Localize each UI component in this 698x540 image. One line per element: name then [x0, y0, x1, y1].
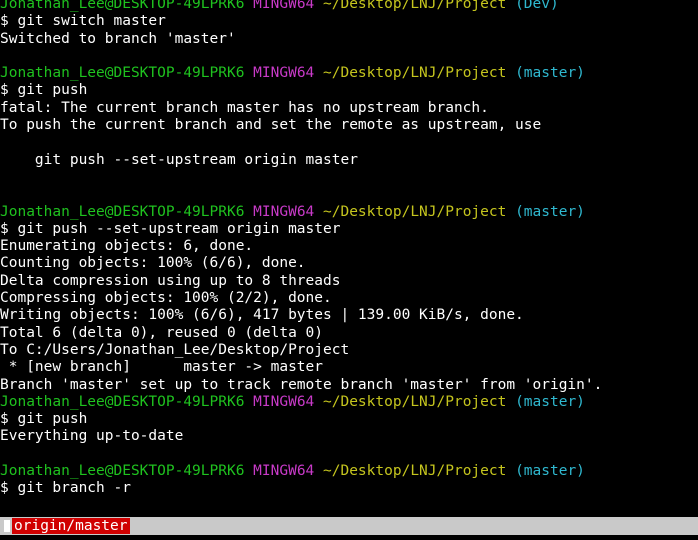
command-line: $ git push --set-upstream origin master [0, 220, 341, 237]
output-line: * [new branch] master -> master [0, 359, 324, 376]
prompt-env: MINGW64 [253, 393, 315, 410]
output-line: To C:/Users/Jonathan_Lee/Desktop/Project [0, 341, 350, 358]
pager-status-bar: origin/master [0, 517, 698, 535]
prompt-user-host: Jonathan_Lee@DESKTOP-49LPRK6 [0, 65, 245, 82]
prompt-line: Jonathan_Lee@DESKTOP-49LPRK6 MINGW64 ~/D… [0, 463, 698, 480]
command-line: $ git switch master [0, 13, 166, 30]
output-line: Everything up-to-date [0, 428, 184, 445]
output-line: Compressing objects: 100% (2/2), done. [0, 290, 332, 307]
prompt-path: ~/Desktop/LNJ/Project [323, 0, 507, 12]
prompt-env: MINGW64 [253, 0, 315, 12]
prompt-path: ~/Desktop/LNJ/Project [323, 203, 507, 220]
output-line: Total 6 (delta 0), reused 0 (delta 0) [0, 324, 324, 341]
prompt-env: MINGW64 [253, 65, 315, 82]
prompt-branch: (master) [515, 393, 585, 410]
prompt-user-host: Jonathan_Lee@DESKTOP-49LPRK6 [0, 393, 245, 410]
prompt-user-host: Jonathan_Lee@DESKTOP-49LPRK6 [0, 0, 245, 12]
prompt-env: MINGW64 [253, 203, 315, 220]
highlighted-remote-branch: origin/master [12, 518, 130, 534]
prompt-branch: (master) [515, 463, 585, 480]
prompt-branch: (master) [515, 65, 585, 82]
output-line: Counting objects: 100% (6/6), done. [0, 255, 306, 272]
prompt-env: MINGW64 [253, 463, 315, 480]
prompt-branch: (master) [515, 203, 585, 220]
prompt-user-host: Jonathan_Lee@DESKTOP-49LPRK6 [0, 203, 245, 220]
output-line: Switched to branch 'master' [0, 30, 236, 47]
output-line: To push the current branch and set the r… [0, 117, 542, 134]
prompt-path: ~/Desktop/LNJ/Project [323, 65, 507, 82]
prompt-line: Jonathan_Lee@DESKTOP-49LPRK6 MINGW64 ~/D… [0, 394, 698, 411]
command-line: $ git push [0, 411, 88, 428]
prompt-line: Jonathan_Lee@DESKTOP-49LPRK6 MINGW64 ~/D… [0, 0, 698, 13]
output-line: Enumerating objects: 6, done. [0, 238, 254, 255]
prompt-line: Jonathan_Lee@DESKTOP-49LPRK6 MINGW64 ~/D… [0, 65, 698, 82]
prompt-branch: (Dev) [515, 0, 559, 12]
output-line: fatal: The current branch master has no … [0, 99, 489, 116]
output-line: Delta compression using up to 8 threads [0, 272, 341, 289]
prompt-path: ~/Desktop/LNJ/Project [323, 463, 507, 480]
cursor-block [4, 520, 10, 532]
prompt-path: ~/Desktop/LNJ/Project [323, 393, 507, 410]
output-line: Branch 'master' set up to track remote b… [0, 376, 603, 393]
terminal-output[interactable]: Jonathan_Lee@DESKTOP-49LPRK6 MINGW64 ~/D… [0, 0, 698, 498]
command-line: $ git push [0, 82, 88, 99]
output-line: git push --set-upstream origin master [0, 151, 358, 168]
command-line: $ git branch -r [0, 480, 131, 497]
output-line: Writing objects: 100% (6/6), 417 bytes |… [0, 307, 524, 324]
prompt-user-host: Jonathan_Lee@DESKTOP-49LPRK6 [0, 463, 245, 480]
prompt-line: Jonathan_Lee@DESKTOP-49LPRK6 MINGW64 ~/D… [0, 204, 698, 221]
